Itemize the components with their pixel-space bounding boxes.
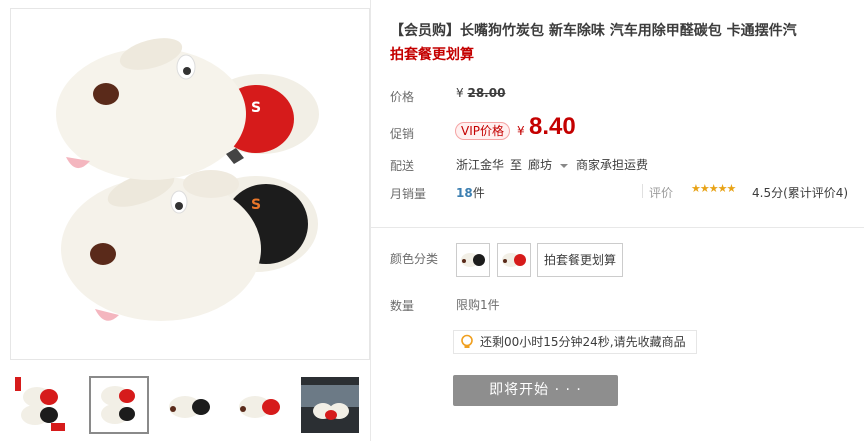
ship-to-destination[interactable]: 廊坊	[528, 158, 552, 172]
rating-score[interactable]: 4.5分(累计评价4)	[752, 184, 848, 201]
monthly-sales-count: 18	[456, 186, 473, 200]
original-price: ¥ 28.00	[456, 86, 505, 100]
promo-label: 促销	[390, 127, 415, 141]
thumbnail-2-image	[101, 386, 135, 424]
ship-from: 浙江金华	[456, 158, 505, 172]
color-label: 颜色分类	[390, 252, 439, 266]
monthly-sales-unit: 件	[472, 186, 485, 200]
promo-currency: ¥	[517, 124, 525, 138]
thumbnail-1-image	[15, 377, 65, 431]
original-price-value: 28.00	[467, 86, 506, 100]
chevron-down-icon[interactable]	[560, 163, 569, 168]
thumbnail-1[interactable]	[14, 376, 74, 434]
color-option-red-image	[502, 253, 526, 267]
star-rating-icon: ★★★★★	[691, 182, 736, 195]
countdown-text: 还剩00小时15分钟24秒,请先收藏商品	[480, 335, 686, 349]
color-option-red[interactable]	[497, 243, 531, 277]
lightbulb-icon	[461, 334, 473, 348]
color-option-bundle[interactable]: 拍套餐更划算	[537, 243, 624, 277]
thumbnail-strip	[10, 376, 370, 440]
svg-text:S: S	[251, 197, 261, 213]
ship-to-word: 至	[510, 158, 523, 172]
product-gallery: S S	[10, 8, 370, 441]
quantity-label: 数量	[390, 299, 415, 313]
thumbnail-4-image	[239, 396, 280, 418]
svg-text:S: S	[251, 100, 261, 116]
product-subtitle: 拍套餐更划算	[390, 47, 474, 63]
main-product-image[interactable]: S S	[10, 8, 370, 360]
monthly-sales-label: 月销量	[390, 187, 427, 201]
ship-fee: 商家承担运费	[576, 158, 649, 172]
monthly-sales-value: 18件	[456, 184, 485, 201]
original-price-currency: ¥	[456, 86, 464, 100]
quantity-limit: 限购1件	[456, 298, 500, 312]
price-meta-box	[371, 70, 864, 228]
dog-plush-illustration: S S	[56, 38, 319, 321]
product-info-panel: 【会员购】长嘴狗竹炭包 新车除味 汽车用除甲醛碳包 卡通摆件汽 拍套餐更划算 价…	[370, 0, 864, 441]
promo-price: 8.40	[529, 113, 576, 140]
thumbnail-4[interactable]	[230, 376, 290, 434]
countdown-notice: 还剩00小时15分钟24秒,请先收藏商品	[453, 330, 697, 354]
vip-price-badge: VIP价格	[455, 122, 510, 140]
thumbnail-3[interactable]	[160, 376, 220, 434]
product-title: 【会员购】长嘴狗竹炭包 新车除味 汽车用除甲醛碳包 卡通摆件汽	[390, 23, 797, 39]
color-option-black[interactable]	[456, 243, 490, 277]
divider	[642, 184, 643, 198]
thumbnail-5[interactable]	[300, 376, 360, 434]
shipping-info: 浙江金华至廊坊 商家承担运费	[456, 156, 654, 173]
shipping-label: 配送	[390, 159, 415, 173]
thumbnail-3-image	[169, 396, 210, 418]
thumbnail-5-image	[301, 377, 359, 433]
color-option-black-image	[461, 253, 485, 267]
price-label: 价格	[390, 90, 415, 104]
rating-label: 评价	[649, 186, 674, 200]
thumbnail-2-selected[interactable]	[89, 376, 149, 434]
coming-soon-button[interactable]: 即将开始 · · ·	[453, 375, 618, 406]
